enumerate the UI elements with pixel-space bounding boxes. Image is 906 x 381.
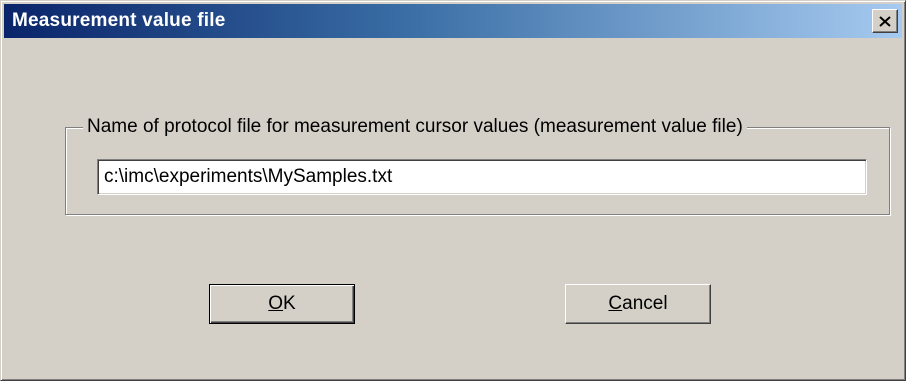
ok-button-mnemonic: O [268, 293, 284, 314]
protocol-file-group-label: Name of protocol file for measurement cu… [83, 115, 747, 139]
close-button[interactable] [872, 9, 898, 33]
dialog-window: Measurement value file Name of protocol … [0, 0, 906, 381]
window-title: Measurement value file [12, 10, 226, 31]
close-icon [879, 15, 891, 27]
ok-button[interactable]: OK [209, 284, 355, 324]
title-bar[interactable]: Measurement value file [4, 4, 902, 38]
cancel-button-label: ancel [622, 293, 668, 314]
ok-button-label: K [283, 293, 296, 314]
protocol-file-path-input[interactable] [97, 159, 867, 195]
cancel-button-mnemonic: C [608, 293, 623, 314]
cancel-button[interactable]: Cancel [565, 284, 711, 324]
